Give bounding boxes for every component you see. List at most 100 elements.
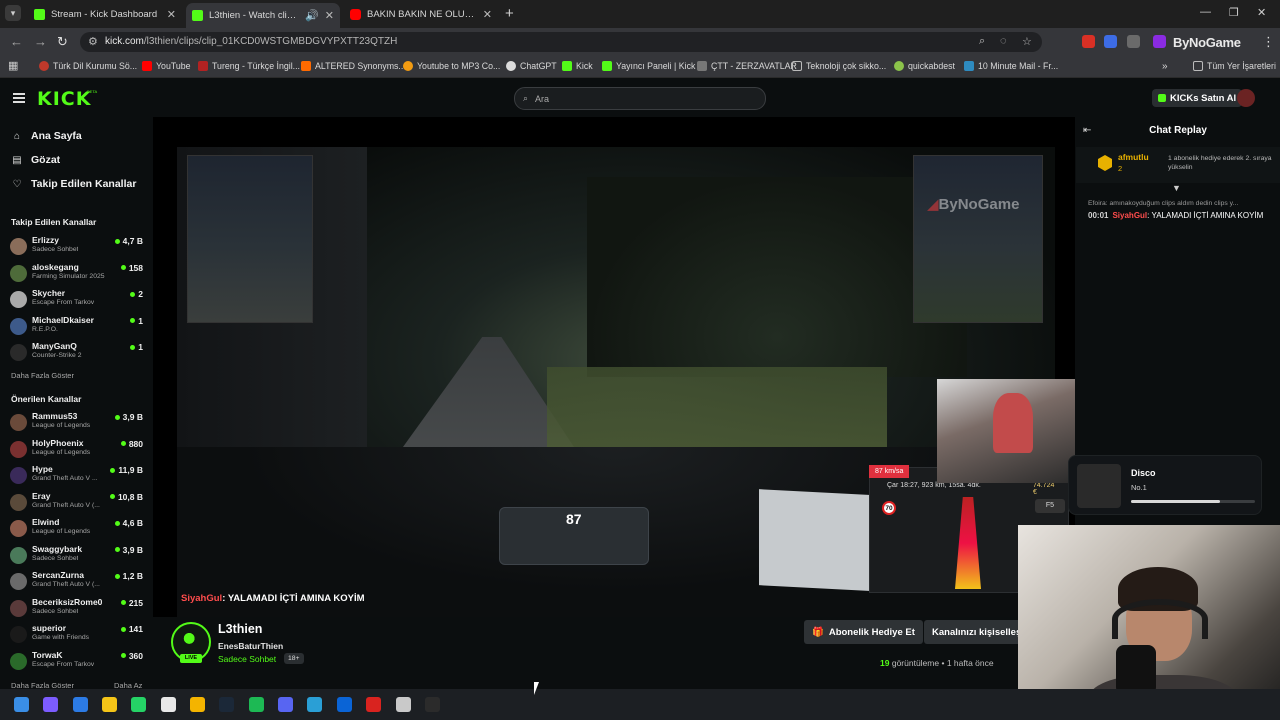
terminal-icon[interactable] — [425, 697, 440, 712]
bookmark-item[interactable]: Yayıncı Paneli | Kick — [602, 61, 695, 71]
song-title: Disco — [1131, 468, 1156, 478]
apps-grid-icon[interactable]: ▦ — [8, 59, 18, 72]
channel-item[interactable]: SercanZurna Grand Theft Auto V (... 1,2 B — [10, 570, 145, 594]
all-bookmarks-item[interactable]: Tüm Yer İşaretleri — [1193, 61, 1276, 71]
nav-browse[interactable]: ▤ Gözat — [11, 154, 60, 166]
extension-icon[interactable] — [1127, 35, 1140, 48]
bookmark-item[interactable]: quickabdest — [894, 61, 955, 71]
buy-kicks-button[interactable]: KICKs Satın Al — [1152, 89, 1243, 107]
channel-item[interactable]: ManyGanQ Counter-Strike 2 1 — [10, 341, 145, 365]
top-gifter-name[interactable]: afmutlu — [1118, 152, 1149, 162]
bookmark-item[interactable]: Teknoloji çok sikko... — [792, 61, 886, 71]
chevron-down-icon[interactable]: ▼ — [1172, 183, 1181, 193]
bookmark-item[interactable]: ALTERED Synonyms... — [301, 61, 406, 71]
site-info-icon[interactable]: ⚙ — [88, 35, 98, 48]
channel-item[interactable]: aloskegang Farming Simulator 2025 158 — [10, 262, 145, 286]
extension-icon[interactable] — [1104, 35, 1117, 48]
maximize-icon[interactable]: ❐ — [1229, 6, 1239, 19]
close-icon[interactable]: ✕ — [167, 8, 176, 21]
channel-name: Hype — [32, 464, 53, 474]
channel-item[interactable]: Hype Grand Theft Auto V ... 11,9 B — [10, 464, 145, 488]
tab-label: BAKIN BAKIN NE OLUYOR? | 5... — [367, 8, 477, 20]
tab-search-icon[interactable]: ▾ — [5, 5, 21, 21]
channel-category: Grand Theft Auto V (... — [32, 581, 100, 588]
live-dot-icon — [120, 600, 126, 605]
gift-subscription-button[interactable]: 🎁 Abonelik Hediye Et — [804, 620, 923, 644]
search-input[interactable] — [535, 91, 755, 107]
channel-category: Sadece Sohbet — [32, 607, 79, 615]
steam-icon[interactable] — [219, 697, 234, 712]
tab-youtube[interactable]: BAKIN BAKIN NE OLUYOR? | 5... ✕ — [344, 3, 498, 25]
recommended-section-title: Önerilen Kanallar — [11, 394, 82, 404]
edge-icon[interactable] — [73, 697, 88, 712]
search-box[interactable]: ⌕ — [514, 87, 766, 110]
bookmark-star-icon[interactable]: ☆ — [1022, 35, 1032, 48]
channel-item[interactable]: Eray Grand Theft Auto V (... 10,8 B — [10, 491, 145, 515]
clipper-name[interactable]: EnesBaturThien — [218, 641, 283, 651]
discord-icon[interactable] — [278, 697, 293, 712]
obs-icon[interactable] — [396, 697, 411, 712]
channel-item[interactable]: TorwaK Escape From Tarkov 360 — [10, 650, 145, 674]
channel-item[interactable]: Skycher Escape From Tarkov 2 — [10, 288, 145, 312]
bookmark-item[interactable]: ChatGPT — [506, 61, 557, 71]
video-player[interactable]: 87 ◢ByNoGame 87 km/sa Çar 18:27, 923 km,… — [153, 117, 1075, 617]
window-close-icon[interactable]: ✕ — [1257, 6, 1266, 19]
close-icon[interactable]: ✕ — [325, 9, 334, 22]
spotify-icon[interactable] — [249, 697, 264, 712]
user-avatar[interactable] — [1237, 89, 1255, 107]
chat-title: Chat Replay — [1149, 125, 1207, 136]
channel-item[interactable]: Rammus53 League of Legends 3,9 B — [10, 411, 145, 435]
kick-logo[interactable]: KICK — [37, 88, 91, 110]
chevron-right-icon[interactable]: » — [1162, 61, 1168, 72]
chrome-icon[interactable] — [161, 697, 176, 712]
bookmark-item[interactable]: Youtube to MP3 Co... — [403, 61, 500, 71]
channel-item[interactable]: HolyPhoenix League of Legends 880 — [10, 438, 145, 462]
url-field[interactable]: ⚙ kick.com/l3thien/clips/clip_01KCD0WSTG… — [80, 32, 1042, 52]
hamburger-menu-icon[interactable] — [13, 93, 25, 103]
file-explorer-icon[interactable] — [190, 697, 205, 712]
bookmark-item[interactable]: YouTube — [142, 61, 191, 71]
channel-item[interactable]: MichaelDkaiser R.E.P.O. 1 — [10, 315, 145, 339]
store-icon[interactable] — [307, 697, 322, 712]
channel-item[interactable]: BeceriksizRome0 Sadece Sohbet 215 — [10, 597, 145, 621]
bookmark-item[interactable]: Türk Dil Kurumu Sö... — [39, 61, 137, 71]
speaker-icon[interactable]: 🔊 — [305, 9, 319, 22]
altered-icon — [301, 61, 311, 71]
eye-off-icon[interactable]: ◌ — [1000, 35, 1007, 47]
extension-icon[interactable] — [1153, 35, 1166, 48]
whatsapp-icon[interactable] — [131, 697, 146, 712]
extension-icon[interactable] — [1082, 35, 1095, 48]
bookmark-item[interactable]: Kick — [562, 61, 593, 71]
outlook-icon[interactable] — [337, 697, 352, 712]
zoom-icon[interactable]: ⌕ — [979, 35, 985, 48]
forward-icon[interactable]: → — [34, 34, 47, 49]
windows-start-icon[interactable] — [14, 697, 29, 712]
new-tab-button[interactable]: + — [505, 5, 514, 22]
category-link[interactable]: Sadece Sohbet — [218, 654, 276, 664]
bookmark-item[interactable]: ÇTT - ZERZAVATLAR — [697, 61, 797, 71]
nav-following[interactable]: ♡ Takip Edilen Kanallar — [11, 178, 137, 190]
reload-icon[interactable]: ↻ — [57, 34, 68, 50]
bookmark-item[interactable]: 10 Minute Mail - Fr... — [964, 61, 1058, 71]
bookmark-item[interactable]: Tureng - Türkçe İngil... — [198, 61, 300, 71]
back-icon[interactable]: ← — [10, 34, 23, 49]
menu-dots-icon[interactable]: ⋮ — [1262, 34, 1275, 50]
channel-item[interactable]: superior Game with Friends 141 — [10, 623, 145, 647]
channel-item[interactable]: Erlizzy Sadece Sohbet 4,7 B — [10, 235, 145, 259]
copilot-icon[interactable] — [43, 697, 58, 712]
sticky-notes-icon[interactable] — [102, 697, 117, 712]
close-icon[interactable]: ✕ — [483, 8, 492, 21]
channel-item[interactable]: Elwind League of Legends 4,6 B — [10, 517, 145, 541]
overlay-chat-text: : YALAMADI İÇTİ AMINA KOYİM — [222, 593, 365, 604]
minimize-icon[interactable]: — — [1200, 6, 1211, 18]
nav-home[interactable]: ⌂ Ana Sayfa — [11, 130, 82, 142]
show-more-followed[interactable]: Daha Fazla Göster — [11, 371, 74, 380]
tab-kick-clips[interactable]: L3thien - Watch clips on Kick 🔊 ✕ — [186, 3, 340, 28]
acrobat-icon[interactable] — [366, 697, 381, 712]
tab-kick-dashboard[interactable]: Stream - Kick Dashboard ✕ — [28, 3, 182, 25]
chat-username[interactable]: SiyahGul — [1112, 211, 1147, 220]
channel-item[interactable]: Swaggybark Sadece Sohbet 3,9 B — [10, 544, 145, 568]
live-dot-icon — [109, 494, 115, 499]
streamer-name[interactable]: L3thien — [218, 622, 262, 636]
channel-category: League of Legends — [32, 528, 91, 535]
